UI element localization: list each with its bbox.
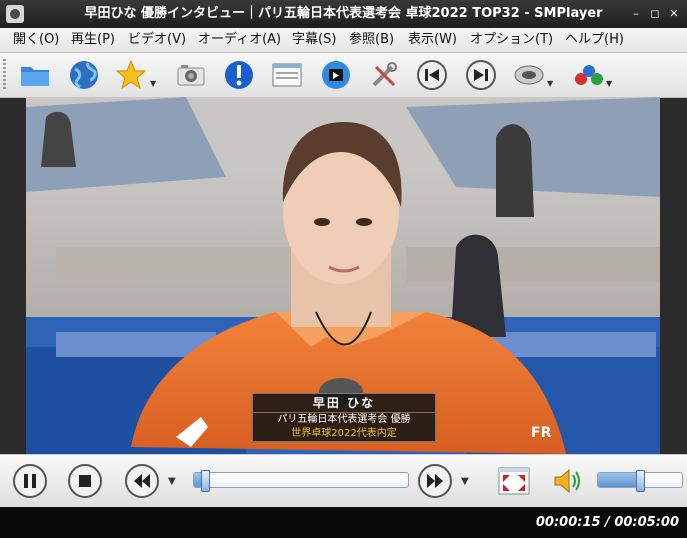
menu-play[interactable]: 再生(P)	[71, 28, 115, 52]
menu-browse[interactable]: 参照(B)	[349, 28, 394, 52]
toolbar: ▼ ▼ ▼	[0, 53, 687, 98]
minimize-button[interactable]: –	[629, 7, 643, 21]
audio-icon[interactable]	[511, 57, 547, 93]
next-icon[interactable]	[463, 57, 499, 93]
stop-button[interactable]	[67, 463, 103, 499]
video-area[interactable]: FR 早田 ひな パリ五輪日本代表選考会 優勝 世界卓球2022代表内定	[26, 97, 660, 454]
forward-button[interactable]	[417, 463, 453, 499]
window-title: 早田ひな 優勝インタビュー｜パリ五輪日本代表選考会 卓球2022 TOP32 -…	[84, 6, 603, 21]
close-button[interactable]: ✕	[667, 7, 681, 21]
title-bar: 早田ひな 優勝インタビュー｜パリ五輪日本代表選考会 卓球2022 TOP32 -…	[0, 0, 687, 28]
rewind-dropdown-icon[interactable]: ▼	[168, 476, 176, 487]
folder-icon[interactable]	[17, 57, 53, 93]
info-icon[interactable]	[221, 57, 257, 93]
volume-icon[interactable]	[549, 463, 585, 499]
caption-name: 早田 ひな	[253, 394, 435, 413]
menu-bar: 開く(O) 再生(P) ビデオ(V) オーディオ(A) 字幕(S) 参照(B) …	[0, 28, 687, 53]
menu-options[interactable]: オプション(T)	[470, 28, 553, 52]
video-clip-icon[interactable]	[318, 57, 354, 93]
toolbar-grip[interactable]	[3, 59, 6, 91]
status-bar: 00:00:15 / 00:05:00	[0, 507, 687, 538]
caption-line-2: 世界卓球2022代表内定	[291, 428, 397, 439]
menu-subtitles[interactable]: 字幕(S)	[292, 28, 336, 52]
camera-icon[interactable]	[173, 57, 209, 93]
subtitle-dropdown-icon[interactable]: ▼	[606, 79, 612, 88]
favorites-dropdown-icon[interactable]: ▼	[150, 79, 156, 88]
time-display: 00:00:15 / 00:05:00	[535, 515, 679, 530]
menu-video[interactable]: ビデオ(V)	[128, 28, 186, 52]
seek-handle[interactable]	[200, 470, 210, 492]
menu-help[interactable]: ヘルプ(H)	[565, 28, 624, 52]
svg-text:FR: FR	[531, 425, 552, 441]
menu-view[interactable]: 表示(W)	[408, 28, 457, 52]
audio-dropdown-icon[interactable]: ▼	[547, 79, 553, 88]
globe-icon[interactable]	[66, 57, 102, 93]
menu-audio[interactable]: オーディオ(A)	[198, 28, 281, 52]
maximize-button[interactable]: ◻	[648, 7, 662, 21]
forward-dropdown-icon[interactable]: ▼	[461, 476, 469, 487]
pause-button[interactable]	[12, 463, 48, 499]
playlist-icon[interactable]	[269, 57, 305, 93]
subtitle-icon[interactable]	[570, 57, 606, 93]
volume-slider[interactable]	[597, 470, 683, 492]
rewind-button[interactable]	[124, 463, 160, 499]
caption-line-1: パリ五輪日本代表選考会 優勝	[277, 414, 411, 425]
tools-icon[interactable]	[366, 57, 402, 93]
seek-bar[interactable]	[193, 470, 409, 492]
fullscreen-icon[interactable]	[496, 463, 532, 499]
star-icon[interactable]	[113, 57, 149, 93]
previous-icon[interactable]	[414, 57, 450, 93]
volume-fill	[598, 473, 640, 487]
video-caption: 早田 ひな パリ五輪日本代表選考会 優勝 世界卓球2022代表内定	[252, 393, 436, 442]
control-bar: ▼ ▼	[0, 454, 687, 507]
menu-open[interactable]: 開く(O)	[13, 28, 59, 52]
volume-handle[interactable]	[636, 470, 645, 492]
